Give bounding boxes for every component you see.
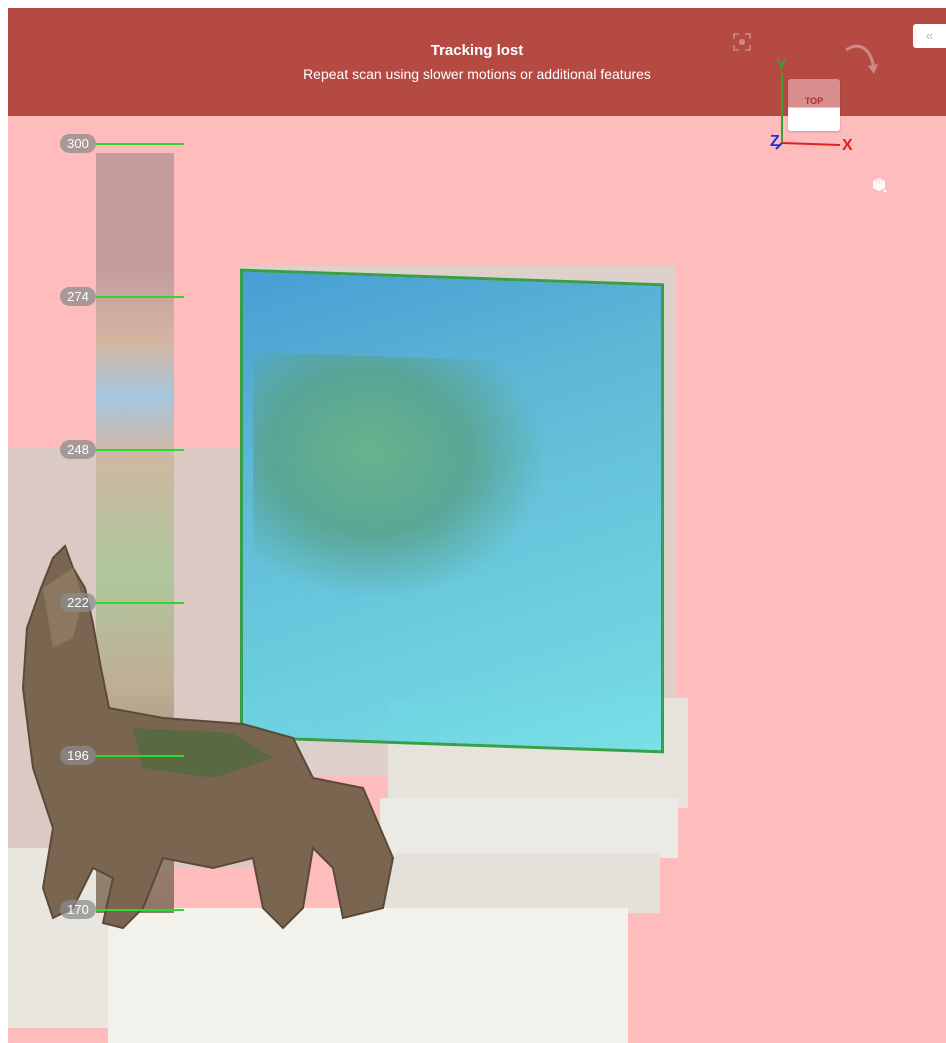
3d-viewport[interactable]: Tracking lost Repeat scan using slower m… [8, 8, 946, 1043]
ruler-tick [96, 449, 184, 451]
scan-fragment [380, 798, 678, 858]
axis-lines [775, 73, 841, 150]
ruler-tick-label: 196 [60, 746, 96, 765]
reset-cube-icon[interactable] [870, 176, 888, 194]
ruler-tick [96, 143, 184, 145]
axis-z-label: Z [770, 133, 780, 150]
ruler-tick-label: 274 [60, 287, 96, 306]
scan-fragment [380, 853, 660, 913]
ruler-tick [96, 296, 184, 298]
collapse-panel-button[interactable]: « [913, 24, 946, 48]
ruler-tick-label: 248 [60, 440, 96, 459]
height-ruler: 300 274 248 222 196 170 [8, 8, 208, 1043]
ruler-tick [96, 909, 184, 911]
axis-y-label: Y [776, 57, 787, 74]
ruler-tick-label: 222 [60, 593, 96, 612]
ruler-tick [96, 755, 184, 757]
orientation-gizmo[interactable]: TOP Y X Z [768, 57, 868, 163]
ruler-tick-label: 170 [60, 900, 96, 919]
axis-x-label: X [842, 137, 853, 154]
double-chevron-left-icon: « [925, 28, 934, 43]
ruler-tick [96, 602, 184, 604]
focus-target-icon[interactable] [732, 32, 752, 52]
ruler-tick-label: 300 [60, 134, 96, 153]
